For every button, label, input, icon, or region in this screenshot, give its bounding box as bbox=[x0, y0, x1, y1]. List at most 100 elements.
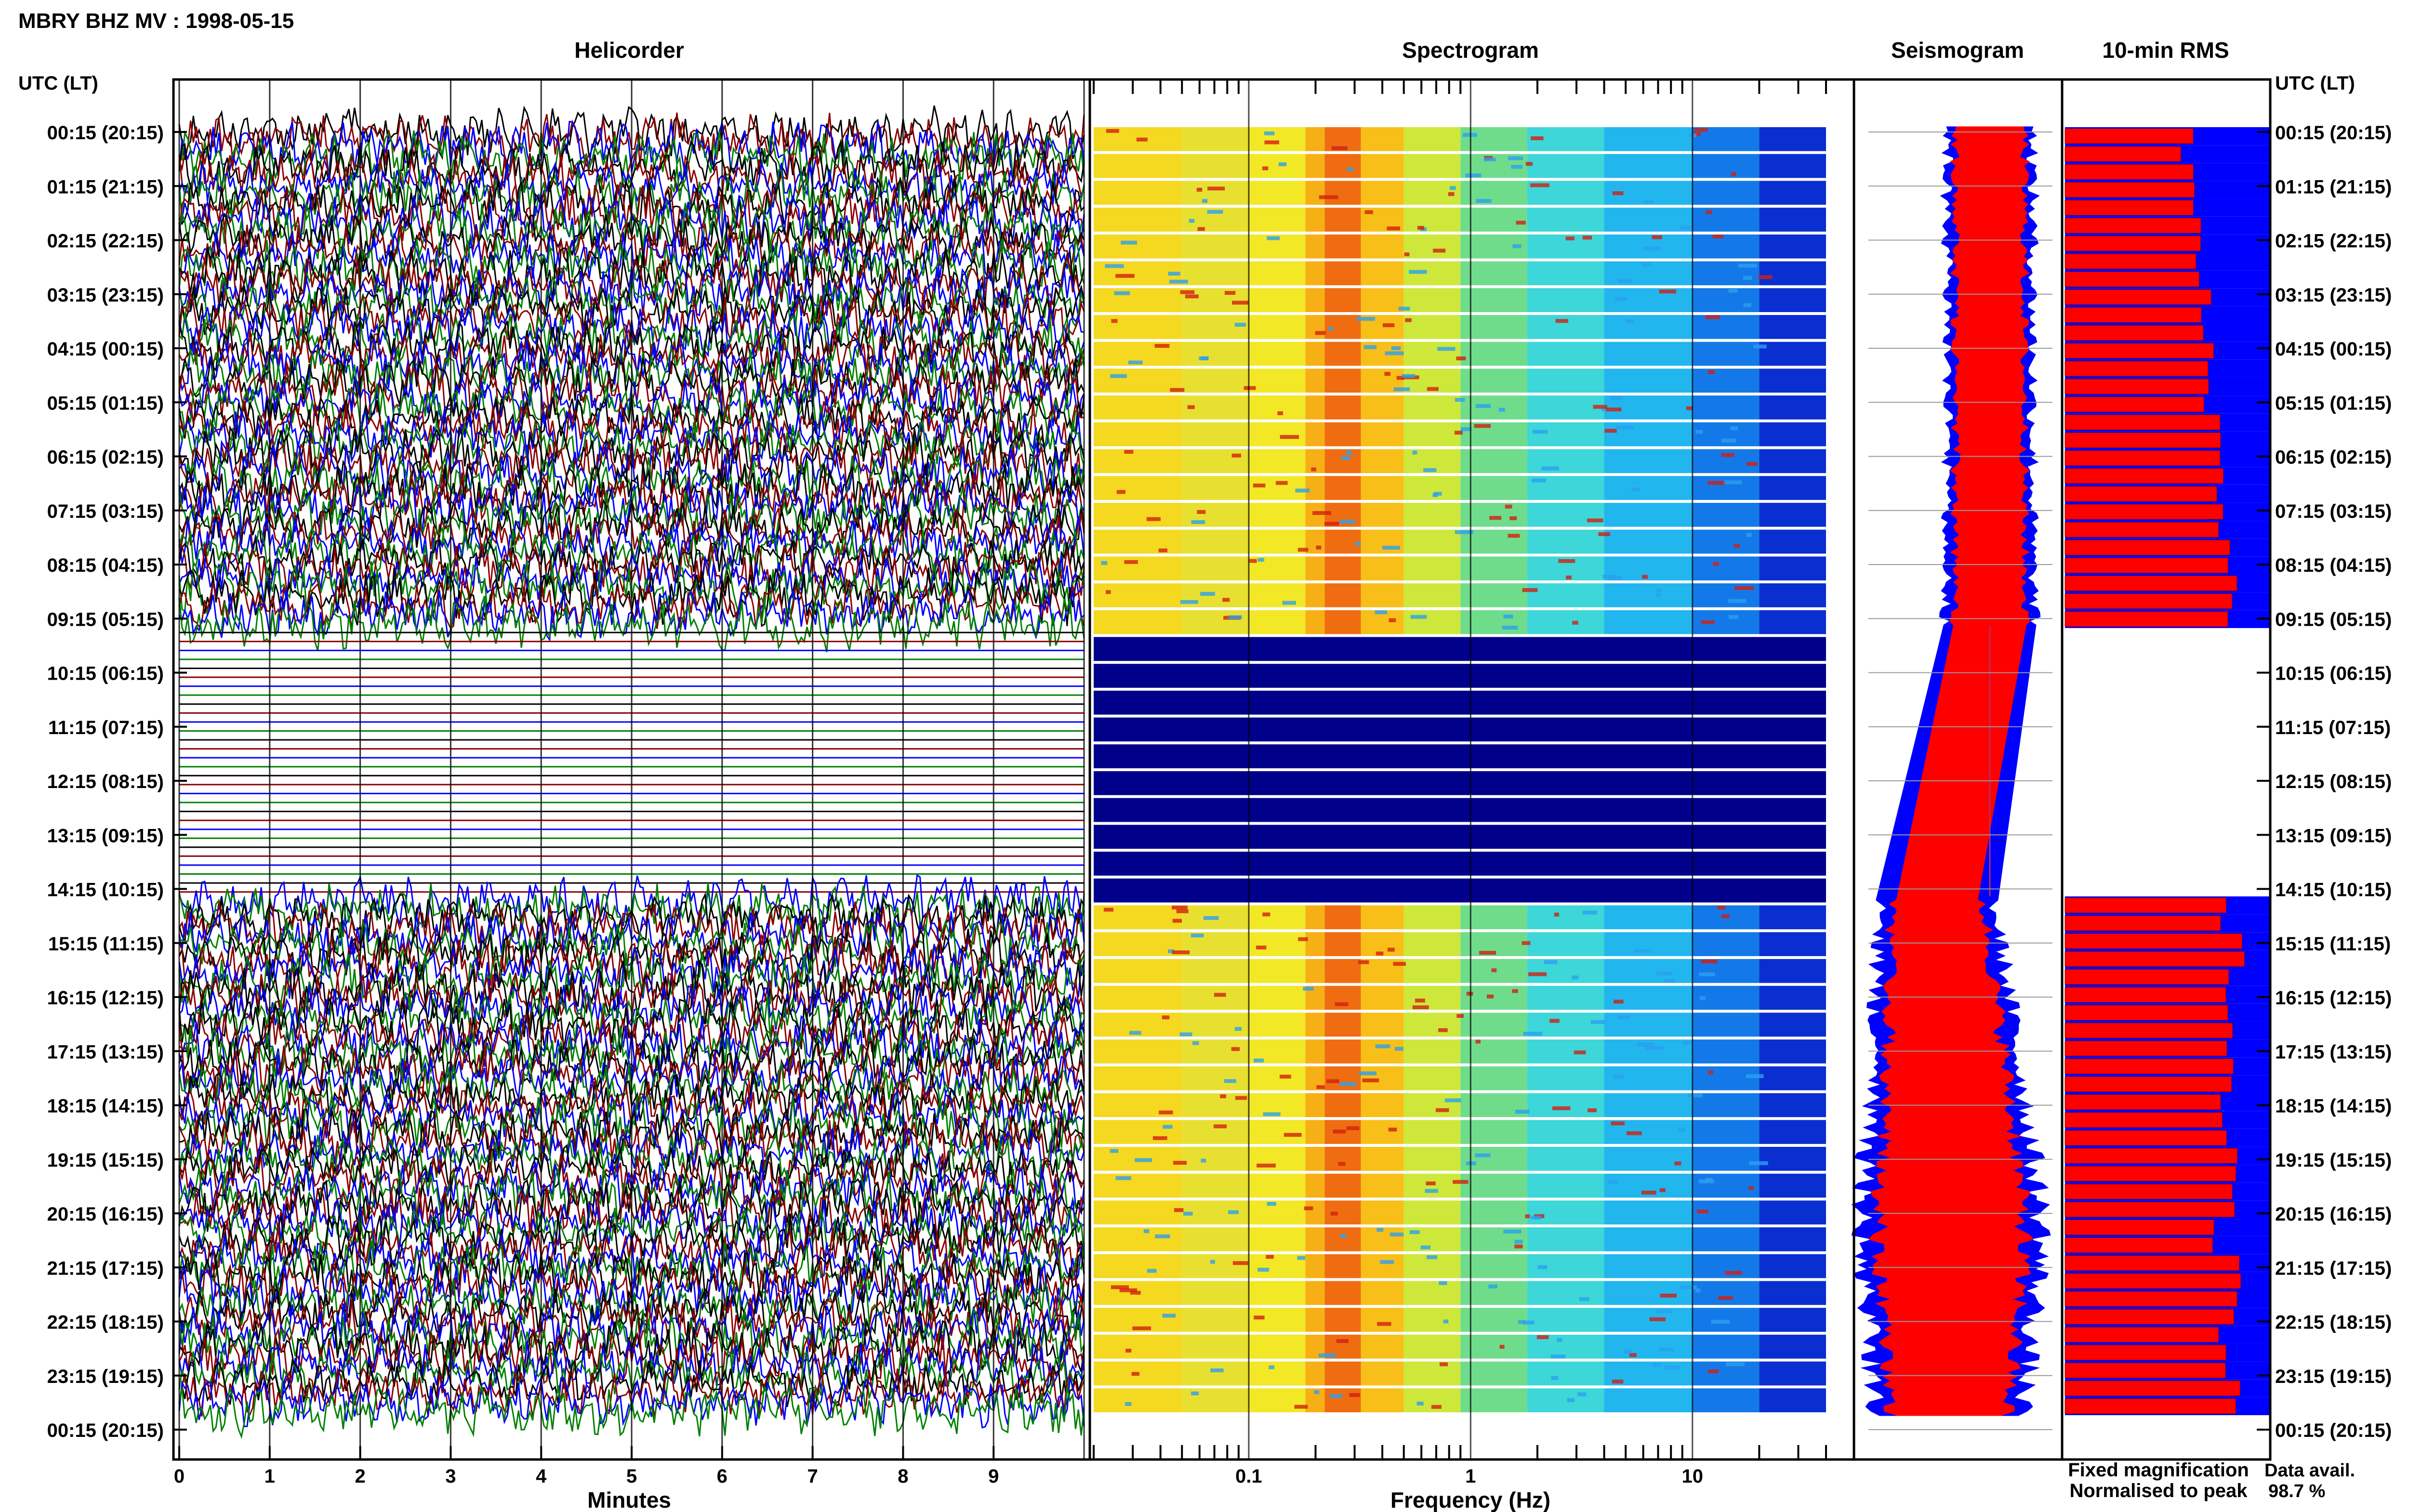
spectrogram-speckle bbox=[1214, 993, 1226, 997]
spectrogram-cell bbox=[1604, 234, 1693, 259]
time-tick-label-right: 11:15 (07:15) bbox=[2275, 717, 2391, 738]
spectrogram-speckle bbox=[1717, 906, 1726, 910]
spectrogram-speckle bbox=[1106, 129, 1119, 133]
spectrogram-speckle bbox=[1143, 1229, 1150, 1234]
spectrogram-cell bbox=[1305, 1200, 1325, 1225]
spectrogram-speckle bbox=[1124, 450, 1134, 454]
spectrogram-cell bbox=[1759, 449, 1826, 473]
spectrogram-speckle bbox=[1329, 1394, 1343, 1398]
spectrogram-cell bbox=[1604, 1146, 1693, 1171]
spectrogram-speckle bbox=[1196, 187, 1203, 192]
spectrogram-cell bbox=[1248, 288, 1306, 312]
rms-normalised-bar bbox=[2065, 1166, 2237, 1182]
spectrogram-cell bbox=[1759, 1200, 1826, 1225]
spectrogram-speckle bbox=[1567, 1398, 1575, 1402]
spectrogram-cell bbox=[1759, 1334, 1826, 1359]
spectrogram-speckle bbox=[1339, 519, 1355, 524]
spectrogram-speckle bbox=[1531, 136, 1544, 141]
spectrogram-speckle bbox=[1125, 1348, 1132, 1353]
spectrogram-speckle bbox=[1649, 1317, 1666, 1321]
spectrogram-cell bbox=[1094, 610, 1182, 634]
spectrogram-cell bbox=[1324, 1227, 1361, 1251]
spectrogram-cell bbox=[1305, 208, 1325, 232]
spectrogram-speckle bbox=[1587, 518, 1603, 523]
spectrogram-cell bbox=[1094, 422, 1182, 447]
spectrogram-speckle bbox=[1637, 1042, 1655, 1047]
spectrogram-speckle bbox=[1664, 979, 1675, 983]
spectrogram-speckle bbox=[1522, 588, 1538, 592]
spectrogram-speckle bbox=[1174, 1208, 1184, 1212]
spectrogram-speckle bbox=[1588, 1108, 1597, 1113]
spectrogram-speckle bbox=[1557, 1338, 1562, 1342]
spectrogram-speckle bbox=[1318, 1353, 1337, 1357]
spectrogram-cell bbox=[1692, 368, 1760, 393]
rms-normalised-bar bbox=[2065, 1327, 2219, 1342]
spectrogram-speckle bbox=[1479, 951, 1496, 955]
spectrogram-cell bbox=[1248, 1200, 1306, 1225]
time-tick-label-left: 23:15 (19:15) bbox=[47, 1366, 164, 1387]
rms-normalised-bar bbox=[2065, 1363, 2226, 1379]
spectrogram-speckle bbox=[1269, 1365, 1275, 1369]
rms-normalised-bar bbox=[2065, 325, 2204, 341]
rms-normalised-bar bbox=[2065, 486, 2217, 502]
spectrogram-speckle bbox=[1228, 1210, 1239, 1214]
spectrogram-cell bbox=[1182, 368, 1249, 393]
spectrogram-speckle bbox=[1488, 1284, 1497, 1288]
spectrogram-speckle bbox=[1278, 162, 1287, 166]
spectrogram-cell bbox=[1248, 1361, 1306, 1386]
spectrogram-cell bbox=[1759, 1093, 1826, 1118]
spectrogram-speckle bbox=[1680, 225, 1692, 230]
spectrogram-speckle bbox=[1405, 318, 1412, 322]
spectrogram-speckle bbox=[1724, 480, 1742, 485]
spectrogram-cell bbox=[1361, 288, 1404, 312]
spectrogram-cell bbox=[1182, 1120, 1249, 1144]
spectrogram-cell bbox=[1324, 288, 1361, 312]
time-tick-label-left: 07:15 (03:15) bbox=[47, 501, 164, 522]
spectrogram-cell bbox=[1527, 1388, 1604, 1412]
spectrogram-speckle bbox=[1412, 450, 1417, 455]
spectrogram-cell bbox=[1759, 932, 1826, 956]
rms-normalised-bar bbox=[2065, 414, 2221, 430]
spectrogram-speckle bbox=[1257, 558, 1264, 562]
spectrogram-cell bbox=[1324, 208, 1361, 232]
spectrogram-speckle bbox=[1705, 1178, 1713, 1182]
spectrogram-speckle bbox=[1136, 137, 1148, 142]
spectrogram-speckle bbox=[1341, 456, 1350, 460]
spectrogram-cell bbox=[1305, 368, 1325, 393]
spectrogram-speckle bbox=[1449, 186, 1456, 190]
time-tick-label-right: 03:15 (23:15) bbox=[2275, 285, 2392, 306]
spectrogram-speckle bbox=[1728, 615, 1739, 619]
spectrogram-cell bbox=[1759, 315, 1826, 339]
time-tick-label-right: 04:15 (00:15) bbox=[2275, 339, 2392, 360]
spectrogram-cell bbox=[1361, 1308, 1404, 1332]
spectrogram-cell bbox=[1759, 127, 1826, 151]
spectrogram-speckle bbox=[1294, 1405, 1308, 1409]
spectrogram-speckle bbox=[1409, 270, 1427, 274]
spectrogram-row bbox=[1094, 852, 1826, 876]
spectrogram-cell bbox=[1403, 1093, 1461, 1118]
spectrogram-speckle bbox=[1135, 1158, 1152, 1162]
spectrogram-speckle bbox=[1116, 490, 1125, 494]
spectrogram-speckle bbox=[1152, 1136, 1167, 1140]
spectrogram-speckle bbox=[1264, 131, 1275, 135]
spectrogram-cell bbox=[1305, 315, 1325, 339]
spectrogram-speckle bbox=[1705, 315, 1721, 319]
time-tick-label-right: 10:15 (06:15) bbox=[2275, 663, 2392, 684]
spectrogram-cell bbox=[1692, 1173, 1760, 1198]
spectrogram-cell bbox=[1305, 959, 1325, 983]
frequency-tick-label: 1 bbox=[1465, 1466, 1476, 1487]
spectrogram-speckle bbox=[1213, 1124, 1227, 1129]
spectrogram-speckle bbox=[1114, 291, 1130, 295]
spectrogram-cell bbox=[1324, 261, 1361, 286]
spectrogram-cell bbox=[1305, 127, 1325, 151]
spectrogram-cell bbox=[1182, 986, 1249, 1010]
spectrogram-speckle bbox=[1158, 548, 1167, 552]
rms-normalised-bar bbox=[2065, 1219, 2214, 1236]
spectrogram-speckle bbox=[1276, 481, 1288, 485]
rms-normalised-bar bbox=[2065, 1130, 2227, 1146]
spectrogram-speckle bbox=[1324, 522, 1339, 526]
spectrogram-cell bbox=[1403, 1146, 1461, 1171]
time-tick-label-left: 15:15 (11:15) bbox=[48, 933, 164, 955]
spectrogram-cell bbox=[1248, 610, 1306, 634]
spectrogram-speckle bbox=[1606, 408, 1622, 412]
